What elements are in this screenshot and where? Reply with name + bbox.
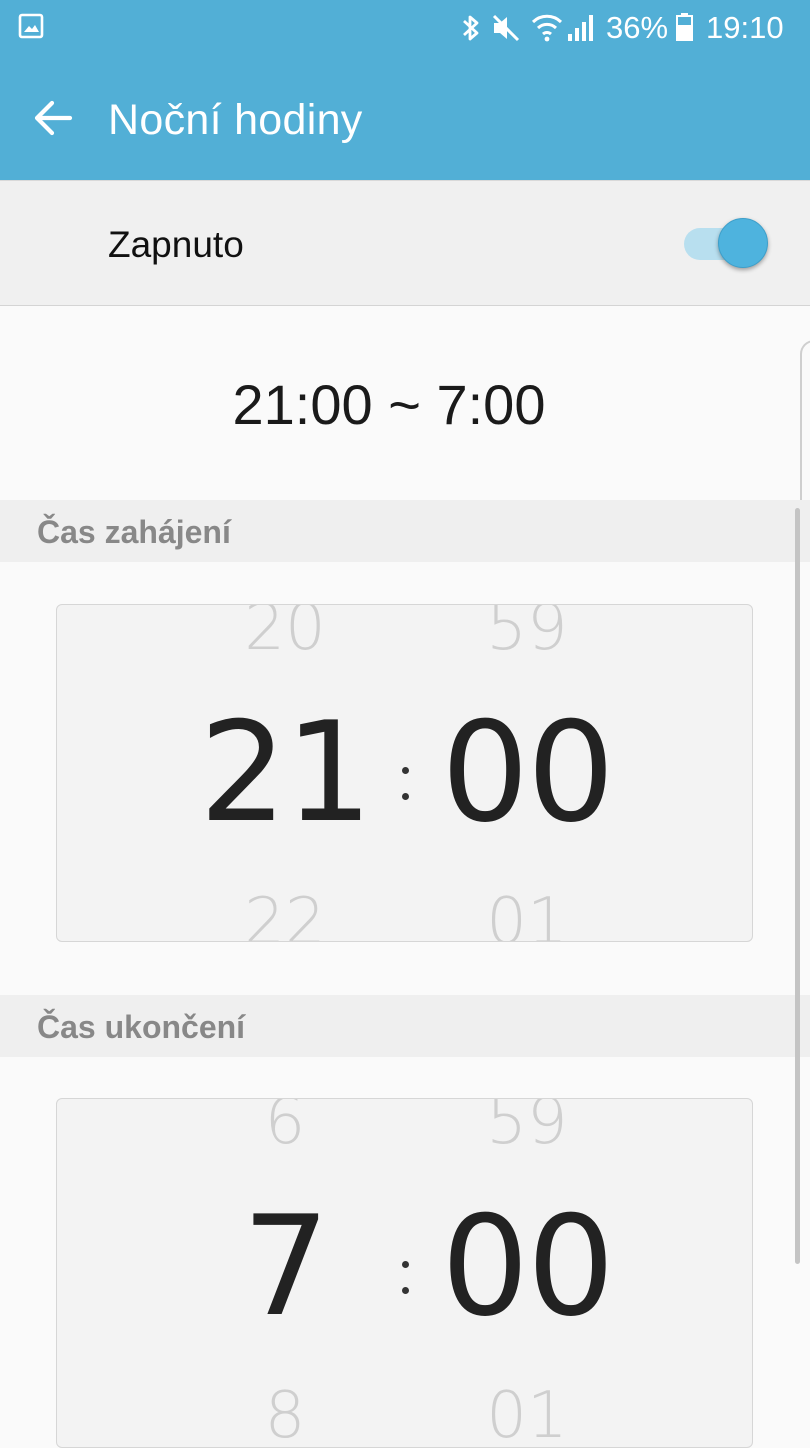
start-minute-spinner[interactable]: 59 00 01: [427, 604, 627, 942]
end-minute-prev: 59: [486, 1098, 568, 1159]
start-minute-next: 01: [486, 885, 568, 942]
start-hour-value: 21: [199, 692, 373, 853]
master-switch-label: Zapnuto: [108, 224, 244, 265]
start-time-header: Čas zahájení: [0, 500, 810, 562]
scrollbar[interactable]: [795, 508, 800, 1264]
start-minute-value: 00: [441, 692, 615, 853]
arrow-left-icon: [34, 100, 73, 136]
end-hour-prev: 6: [264, 1098, 306, 1159]
end-time-separator: [400, 1257, 412, 1317]
end-hour-value: 7: [242, 1186, 330, 1347]
end-time-header-label: Čas ukončení: [37, 1009, 246, 1045]
end-time-picker: 6 7 8 59 00 01: [56, 1098, 753, 1448]
bluetooth-icon: [463, 15, 479, 41]
end-time-header: Čas ukončení: [0, 995, 810, 1057]
end-minute-value: 00: [441, 1186, 615, 1347]
clock-time: 19:10: [706, 10, 784, 45]
start-hour-spinner[interactable]: 20 21 22: [185, 604, 385, 942]
start-minute-prev: 59: [486, 604, 568, 665]
start-time-picker: 20 21 22 59 00 01: [56, 604, 753, 942]
end-hour-next: 8: [264, 1379, 306, 1448]
battery-percent: 36%: [606, 10, 669, 45]
start-hour-prev: 20: [244, 604, 326, 665]
gallery-notification-icon: [18, 13, 44, 39]
schedule-summary: 21:00 ~ 7:00: [232, 373, 546, 436]
start-hour-next: 22: [244, 885, 326, 942]
mute-icon: [492, 14, 520, 42]
battery-icon: [676, 13, 693, 41]
wifi-icon: [531, 14, 563, 42]
edge-panel-handle[interactable]: [800, 340, 810, 518]
back-button[interactable]: [26, 90, 82, 146]
end-minute-next: 01: [486, 1379, 568, 1448]
signal-icon: [568, 15, 593, 41]
master-toggle-thumb[interactable]: [718, 218, 768, 268]
end-hour-spinner[interactable]: 6 7 8: [185, 1098, 385, 1448]
page-title: Noční hodiny: [108, 96, 363, 144]
start-time-header-label: Čas zahájení: [37, 514, 231, 550]
start-time-separator: [400, 763, 412, 823]
end-minute-spinner[interactable]: 59 00 01: [427, 1098, 627, 1448]
